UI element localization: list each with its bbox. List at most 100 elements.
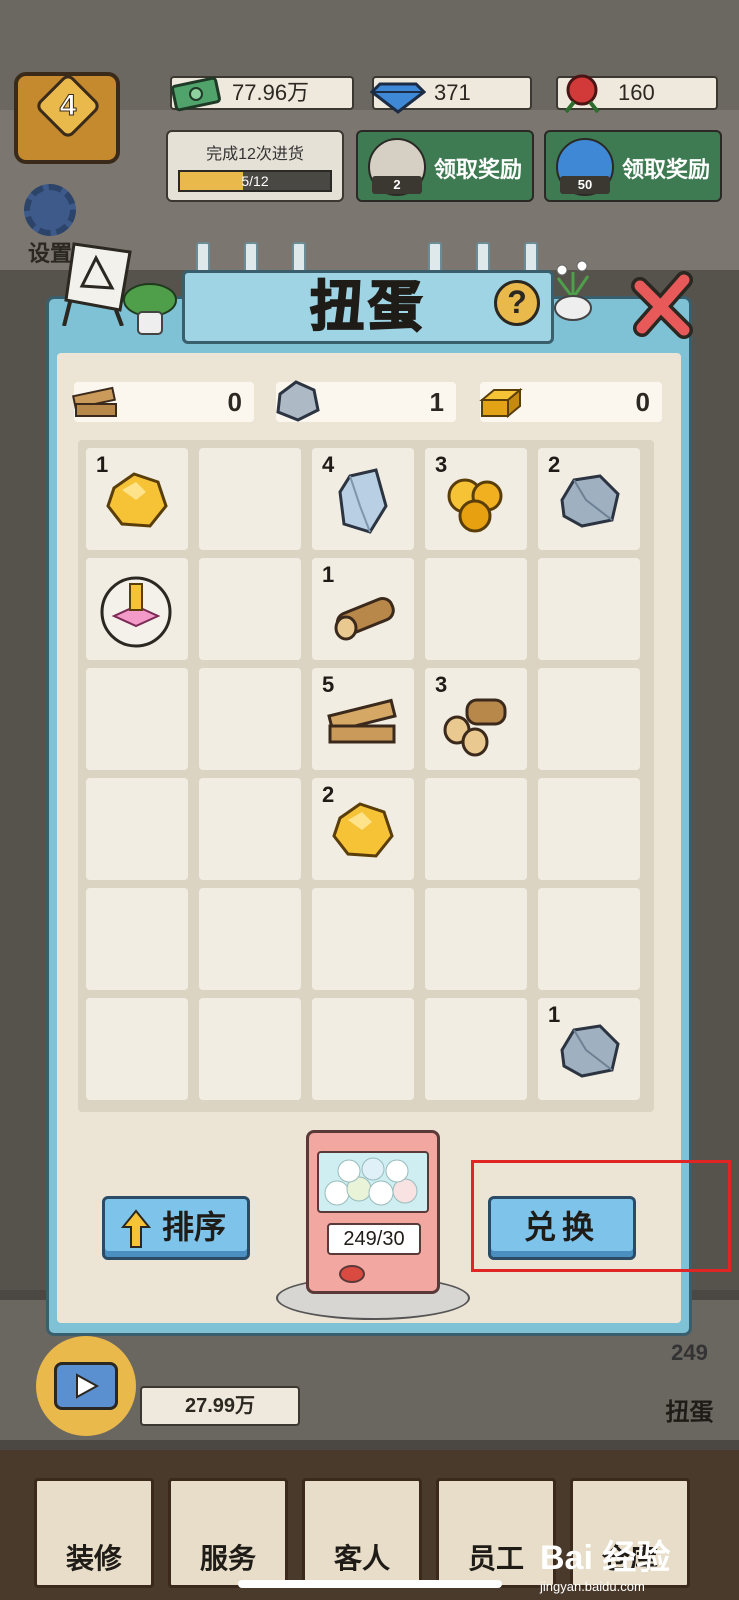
task-progress-bar: 5/12 (178, 170, 332, 192)
rose-counter: 160 (556, 74, 718, 114)
reward-count: 50 (560, 176, 610, 194)
reward-label: 领取奖励 (622, 157, 711, 182)
task-title: 完成12次进货 (206, 146, 304, 163)
gold-nugget-icon (106, 472, 168, 528)
slot-count: 2 (548, 452, 561, 477)
crystal-icon (338, 468, 388, 534)
inventory-slot[interactable] (199, 448, 301, 550)
baidu-watermark: Bai 经验 jingyan.baidu.com (540, 1530, 730, 1600)
up-arrow-icon (121, 1209, 151, 1248)
video-icon (54, 1362, 118, 1410)
rose-icon (564, 74, 600, 114)
play-icon (76, 1373, 100, 1399)
inventory-slot[interactable] (86, 558, 188, 660)
currency-value: 1 (429, 387, 444, 417)
money-counter: 77.96万 (170, 76, 354, 112)
gacha-shortcut-label: 扭蛋 (665, 1399, 714, 1426)
inventory-slot[interactable] (86, 888, 188, 990)
nav-label: 员工 (467, 1543, 524, 1574)
inventory-slot[interactable] (312, 888, 414, 990)
rose-value: 160 (618, 80, 655, 105)
inventory-slot[interactable] (538, 888, 640, 990)
inventory-slot[interactable]: 1 (312, 558, 414, 660)
inventory-grid: 1 4 3 2 1 5 3 2 1 (78, 440, 654, 1112)
slot-count: 5 (322, 672, 335, 697)
machine-slot (339, 1265, 365, 1283)
currency-wood: 0 (72, 382, 254, 422)
nav-label: 服务 (199, 1543, 256, 1574)
inventory-slot[interactable] (86, 778, 188, 880)
close-icon (631, 271, 693, 339)
close-button[interactable] (630, 270, 700, 340)
nav-staff[interactable]: 员工 (436, 1478, 556, 1588)
inventory-slot[interactable] (425, 778, 527, 880)
log-icon (334, 597, 395, 641)
dialog-title: 扭蛋 (309, 276, 426, 338)
inventory-slot[interactable] (86, 998, 188, 1100)
flower-pot-icon (554, 260, 592, 321)
nav-label: 客人 (333, 1543, 390, 1574)
inventory-slot[interactable]: 1 (538, 998, 640, 1100)
reward-label: 领取奖励 (434, 157, 523, 182)
gift-capsule-icon (100, 576, 172, 648)
inventory-slot[interactable] (425, 888, 527, 990)
gacha-shortcut-count: 249 (671, 1340, 708, 1365)
inventory-slot[interactable]: 2 (538, 448, 640, 550)
sort-button[interactable]: 排序 (102, 1196, 250, 1260)
inventory-slot[interactable] (199, 998, 301, 1100)
currency-value: 0 (227, 387, 242, 417)
level-badge[interactable]: 4 (14, 72, 120, 164)
diamond-icon (370, 82, 426, 114)
inventory-slot[interactable] (199, 778, 301, 880)
task-progress-text: 5/12 (241, 173, 269, 189)
inventory-slot[interactable] (199, 668, 301, 770)
inventory-slot[interactable]: 5 (312, 668, 414, 770)
inventory-slot[interactable]: 3 (425, 668, 527, 770)
watermark-brand: Bai 经验 (540, 1539, 671, 1577)
inventory-slot[interactable] (425, 558, 527, 660)
gacha-shortcut[interactable]: 249 扭蛋 (640, 1340, 739, 1450)
claim-reward-button-2[interactable]: 50 领取奖励 (544, 130, 722, 202)
currency-value: 0 (635, 387, 650, 417)
nav-service[interactable]: 服务 (168, 1478, 288, 1588)
nav-guests[interactable]: 客人 (302, 1478, 422, 1588)
inventory-slot[interactable] (199, 558, 301, 660)
slot-count: 1 (548, 1002, 561, 1027)
watermark-url: jingyan.baidu.com (540, 1579, 645, 1594)
help-button[interactable]: ? (494, 280, 540, 326)
inventory-slot[interactable] (86, 668, 188, 770)
gold-bar-icon (479, 387, 523, 419)
inventory-slot[interactable]: 3 (425, 448, 527, 550)
inventory-slot[interactable] (538, 778, 640, 880)
home-indicator[interactable] (238, 1580, 502, 1588)
slot-count: 3 (435, 672, 448, 697)
level-number-frame: 4 (34, 72, 102, 140)
inventory-slot[interactable]: 1 (86, 448, 188, 550)
highlight-box (471, 1160, 731, 1272)
potted-plant-icon (123, 283, 177, 335)
video-ad-button[interactable] (36, 1336, 136, 1436)
inventory-slot[interactable]: 2 (312, 778, 414, 880)
sort-label: 排序 (161, 1209, 226, 1245)
inventory-slot[interactable] (199, 888, 301, 990)
slot-count: 2 (322, 782, 335, 807)
cash-icon (171, 76, 221, 112)
currency-gold: 0 (479, 382, 662, 422)
inventory-slot[interactable] (538, 558, 640, 660)
gacha-machine[interactable]: 249/30 (276, 1130, 470, 1320)
gold-nugget-icon (332, 802, 394, 858)
restock-task[interactable]: 完成12次进货 5/12 (166, 130, 344, 202)
claim-reward-button-1[interactable]: 2 领取奖励 (356, 130, 534, 202)
planks-icon (327, 698, 397, 744)
inventory-slot[interactable] (312, 998, 414, 1100)
inventory-slot[interactable] (425, 998, 527, 1100)
inventory-slot[interactable] (538, 668, 640, 770)
nav-label: 装修 (65, 1543, 122, 1574)
log-pile-icon (443, 698, 507, 757)
stone-icon (560, 474, 620, 528)
inventory-slot[interactable]: 4 (312, 448, 414, 550)
diamond-counter: 371 (370, 76, 532, 114)
nav-decorate[interactable]: 装修 (34, 1478, 154, 1588)
slot-count: 1 (322, 562, 335, 587)
money-value: 77.96万 (232, 80, 310, 105)
